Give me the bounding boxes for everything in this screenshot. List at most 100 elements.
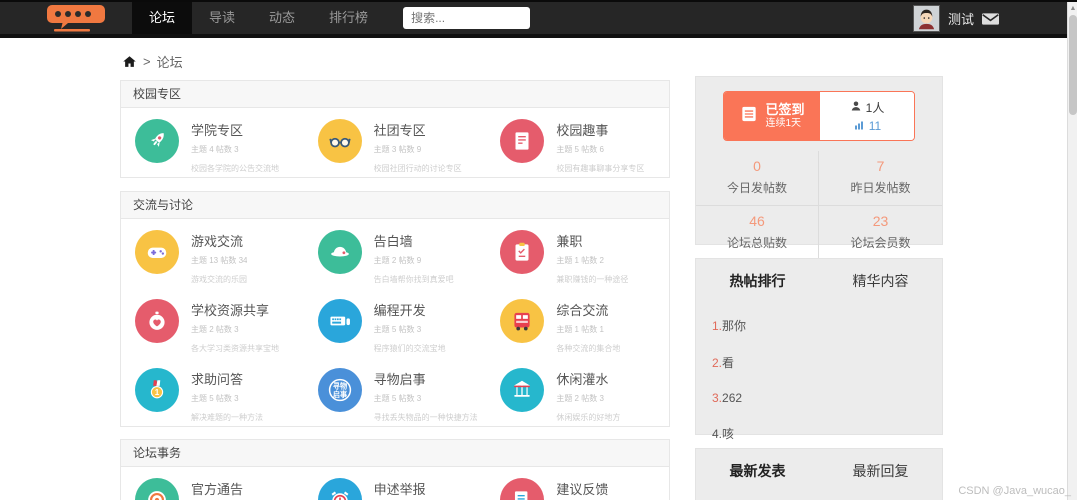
post-title[interactable]: 咳 xyxy=(722,427,734,441)
forum-item[interactable]: 建议反馈 xyxy=(486,467,669,500)
nav-item[interactable]: 动态 xyxy=(252,2,312,34)
forum-item[interactable]: 校园趣事主题 5 帖数 6 校园有趣事聊事分享专区 xyxy=(486,108,669,177)
username[interactable]: 测试 xyxy=(948,9,974,28)
stat-value: 23 xyxy=(872,213,889,229)
search-input[interactable] xyxy=(403,7,531,29)
bus-icon xyxy=(500,299,545,343)
forum-item[interactable]: 综合交流主题 1 帖数 1 各种交流的集合地 xyxy=(486,288,669,357)
forum-title[interactable]: 官方通告 xyxy=(191,479,243,498)
stat-cell: 7 昨日发帖数 xyxy=(819,151,942,206)
glasses-icon xyxy=(317,119,362,163)
forum-item[interactable]: 社团专区 主题 3 帖数 9 校园社团行动的讨论专区 xyxy=(304,108,487,177)
post-title[interactable]: 那你 xyxy=(722,319,746,333)
scroll-up-icon[interactable]: ▲ xyxy=(1068,2,1077,14)
forum-item[interactable]: 学院专区主题 4 帖数 3 校园各学院的公告交流地 xyxy=(121,108,304,177)
mail-icon[interactable] xyxy=(982,12,999,25)
forum-stats: 主题 1 帖数 1 xyxy=(556,325,604,334)
breadcrumb-current[interactable]: 论坛 xyxy=(157,52,183,71)
stat-label: 昨日发帖数 xyxy=(850,181,911,195)
forum-title[interactable]: 校园趣事 xyxy=(556,120,644,139)
post-list-item[interactable]: 4.咳 xyxy=(712,425,942,442)
forum-section: 论坛事务 官方通告 申述举报 建议反馈 xyxy=(120,439,670,500)
forum-description: 校园有趣事聊事分享专区 xyxy=(556,164,645,173)
forum-title[interactable]: 学校资源共享 xyxy=(191,300,279,319)
forum-title[interactable]: 学院专区 xyxy=(191,120,279,139)
forum-title[interactable]: 游戏交流 xyxy=(191,231,247,250)
forum-description: 各种交流的集合地 xyxy=(556,344,621,353)
forum-item[interactable]: 编程开发 主题 5 帖数 3 程序猿们的交流宝地 xyxy=(304,288,487,357)
nav-item[interactable]: 排行榜 xyxy=(312,2,385,34)
bar-chart-icon xyxy=(853,119,865,134)
forum-section: 交流与讨论 游戏交流 主题 13 帖数 34 游戏交流的乐园 告白墙 主题 2 帖数 9告… xyxy=(120,191,670,427)
tab[interactable]: 最新回复 xyxy=(819,461,942,481)
signin-count: 11 xyxy=(868,119,882,133)
signin-widget[interactable]: 已签到 连续1天 1人 11 xyxy=(723,91,915,141)
latest-posts-panel: 最新发表最新回复 1.些 xyxy=(695,448,943,500)
post-list-item[interactable]: 1.那你 xyxy=(712,317,942,334)
site-logo[interactable] xyxy=(44,3,108,33)
forum-item[interactable]: 兼职 主题 1 帖数 2 兼职赚钱的一种途径 xyxy=(486,219,669,288)
forum-stats: 主题 2 帖数 3 xyxy=(556,394,604,403)
forum-title[interactable]: 社团专区 xyxy=(374,120,462,139)
stopwatch-icon xyxy=(135,299,179,343)
forum-title[interactable]: 申述举报 xyxy=(374,479,426,498)
signin-streak: 连续1天 xyxy=(765,118,802,129)
forum-title[interactable]: 编程开发 xyxy=(374,300,446,319)
stat-label: 论坛总贴数 xyxy=(726,236,787,250)
avatar[interactable] xyxy=(912,4,940,32)
forum-title[interactable]: 求助问答 xyxy=(191,369,263,388)
post-list-item[interactable]: 3.262 xyxy=(712,391,942,405)
forum-title[interactable]: 休闲灌水 xyxy=(556,369,620,388)
stat-cell: 46 论坛总贴数 xyxy=(696,206,819,260)
scrollbar[interactable]: ▲ xyxy=(1067,2,1077,500)
forum-item[interactable]: 告白墙 主题 2 帖数 9 告白墙帮你找到真爱吧 xyxy=(304,219,487,288)
calendar-icon xyxy=(739,104,759,129)
breadcrumb: > 论坛 xyxy=(122,52,183,71)
forum-item[interactable]: 学校资源共享 主题 2 帖数 3 各大学习类资源共享宝地 xyxy=(121,288,304,357)
forum-title[interactable]: 兼职 xyxy=(556,231,628,250)
tab[interactable]: 最新发表 xyxy=(696,461,819,481)
post-list-item[interactable]: 2.看 xyxy=(712,354,942,371)
signin-button[interactable]: 已签到 连续1天 xyxy=(724,92,820,140)
forum-section-list: 校园专区学院专区主题 4 帖数 3 校园各学院的公告交流地 社团专区 主题 3 帖数 … xyxy=(120,80,670,500)
forum-stats: 0 今日发帖数 7 昨日发帖数 46 论坛总贴数 23 论坛会员数 xyxy=(696,151,942,260)
forum-title[interactable]: 寻物启事 xyxy=(374,369,478,388)
forum-description: 各大学习类资源共享宝地 xyxy=(191,344,279,353)
signin-users: 1人 xyxy=(865,100,885,115)
stat-label: 论坛会员数 xyxy=(850,236,911,250)
forum-title[interactable]: 建议反馈 xyxy=(556,479,608,498)
forum-grid: 学院专区主题 4 帖数 3 校园各学院的公告交流地 社团专区 主题 3 帖数 9 校园社… xyxy=(121,108,669,177)
forum-item[interactable]: 游戏交流 主题 13 帖数 34 游戏交流的乐园 xyxy=(121,219,304,288)
nav-item[interactable]: 论坛 xyxy=(132,2,193,34)
section-title: 校园专区 xyxy=(121,81,669,108)
forum-description: 程序猿们的交流宝地 xyxy=(373,344,446,353)
megaphone-icon xyxy=(135,478,179,500)
tab[interactable]: 精华内容 xyxy=(819,271,942,291)
gamepad-icon xyxy=(135,230,179,274)
post-title[interactable]: 看 xyxy=(722,356,734,370)
home-icon[interactable] xyxy=(122,54,137,69)
forum-description: 校园各学院的公告交流地 xyxy=(191,164,279,173)
forum-title[interactable]: 综合交流 xyxy=(556,300,620,319)
tab[interactable]: 热帖排行 xyxy=(696,271,819,291)
clipboard-icon xyxy=(500,230,545,274)
paper-icon xyxy=(500,119,545,163)
nav-item[interactable]: 导读 xyxy=(192,2,252,34)
forum-item[interactable]: 申述举报 xyxy=(304,467,487,500)
forum-stats: 主题 5 帖数 3 xyxy=(191,394,239,403)
hot-posts-panel: 热帖排行 精华内容 1.那你 2.看 3.262 4.咳 xyxy=(695,258,943,441)
main-nav: 论坛 导读 动态 排行榜 xyxy=(132,2,385,34)
forum-stats: 主题 4 帖数 3 xyxy=(191,145,239,154)
forum-item[interactable]: 官方通告 xyxy=(121,467,304,500)
forum-description: 解决难题的一种方法 xyxy=(191,413,263,422)
post-title[interactable]: 262 xyxy=(722,391,742,405)
scroll-thumb[interactable] xyxy=(1069,15,1077,115)
signin-status: 已签到 xyxy=(765,102,805,117)
forum-item[interactable]: 1 求助问答主题 5 帖数 3 解决难题的一种方法 xyxy=(121,357,304,426)
svg-text:1: 1 xyxy=(155,388,160,397)
forum-stats: 主题 5 帖数 6 xyxy=(556,145,604,154)
forum-description: 告白墙帮你找到真爱吧 xyxy=(373,275,454,284)
forum-item[interactable]: 休闲灌水 主题 2 帖数 3 休闲娱乐的好地方 xyxy=(486,357,669,426)
forum-item[interactable]: 寻物 启事 寻物启事 主题 5 帖数 3 寻找丢失物品的一种快捷方法 xyxy=(304,357,487,426)
forum-title[interactable]: 告白墙 xyxy=(374,231,454,250)
